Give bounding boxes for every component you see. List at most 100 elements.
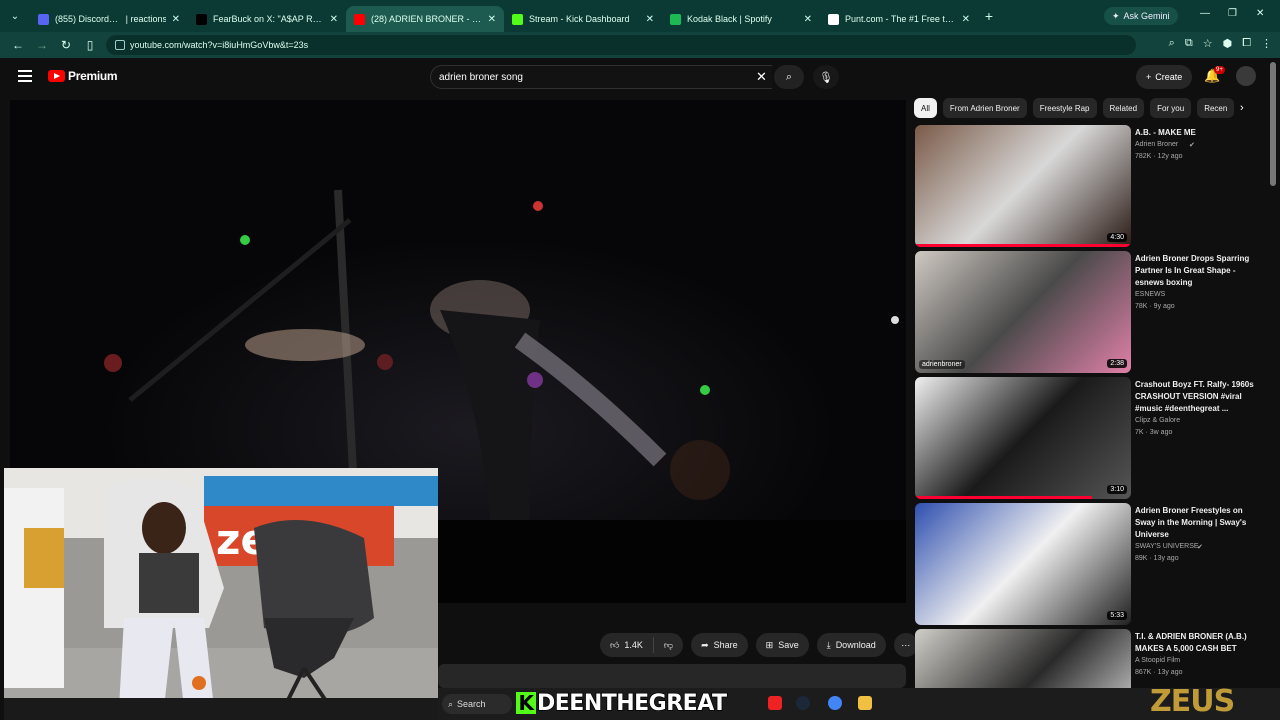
- account-avatar[interactable]: [1236, 66, 1256, 86]
- tab-close-icon[interactable]: ✕: [804, 14, 812, 25]
- browser-tab[interactable]: (855) Discord | # | reactions ✕: [30, 6, 188, 32]
- streamer-name: DEENTHEGREAT: [536, 690, 728, 717]
- url-text: youtube.com/watch?v=i8iuHmGoVbw&t=23s: [130, 40, 309, 50]
- browser-tab[interactable]: Stream - Kick Dashboard ✕: [504, 6, 662, 32]
- video-title[interactable]: Adrien Broner Drops Sparring Partner Is …: [1135, 253, 1260, 289]
- forward-icon[interactable]: →: [30, 38, 54, 52]
- download-button[interactable]: ⤓ Download: [816, 633, 886, 657]
- voice-search-button[interactable]: 🎙: [813, 65, 839, 89]
- browser-tab[interactable]: Punt.com - The #1 Free to Play ✕: [820, 6, 978, 32]
- recommended-video[interactable]: 4:30 A.B. - MAKE ME Adrien Broner ✔ 782K · 1…: [915, 125, 1265, 247]
- browser-tab-bar: ⌄ (855) Discord | # | reactions ✕ FearBuck …: [0, 0, 1280, 32]
- extension-icon[interactable]: ⬢: [1223, 37, 1233, 50]
- thumbnail-watermark: adrienbroner: [919, 360, 965, 369]
- taskbar-steam-icon[interactable]: [796, 696, 810, 710]
- create-button[interactable]: + Create: [1136, 65, 1193, 89]
- tab-close-icon[interactable]: ✕: [646, 14, 654, 25]
- video-thumbnail[interactable]: 2:38 adrienbroner: [915, 251, 1131, 373]
- hamburger-menu-icon[interactable]: [18, 70, 32, 82]
- browser-tab[interactable]: FearBuck on X: "A$AP Rocky g ✕: [188, 6, 346, 32]
- channel-name[interactable]: Clipz & Galore: [1135, 417, 1180, 424]
- reload-icon[interactable]: ↻: [54, 38, 78, 52]
- tab-close-icon[interactable]: ✕: [330, 14, 338, 25]
- filter-chip[interactable]: Recen: [1197, 98, 1235, 118]
- filter-chip[interactable]: For you: [1150, 98, 1192, 118]
- channel-name[interactable]: SWAY'S UNIVERSE: [1135, 543, 1199, 550]
- taskbar-chrome-icon[interactable]: [828, 696, 842, 710]
- menu-icon[interactable]: ⋮: [1261, 37, 1272, 50]
- close-window-icon[interactable]: ✕: [1256, 8, 1264, 19]
- taskbar-search-icon: ⌕: [448, 698, 454, 709]
- youtube-premium-logo[interactable]: Premium: [48, 69, 118, 83]
- plus-icon: +: [1146, 72, 1152, 82]
- filter-chip[interactable]: All: [914, 98, 937, 118]
- video-actions: 👍︎ 1.4K 👎︎ ➦ Share ⊞ Save ⤓ Download ⋯: [600, 633, 918, 657]
- clear-search-icon[interactable]: ✕: [756, 69, 767, 85]
- ask-gemini-button[interactable]: ✦ Ask Gemini: [1104, 7, 1178, 25]
- channel-name[interactable]: A Stoopid Film: [1135, 657, 1180, 664]
- page-scrollbar[interactable]: [1270, 62, 1276, 186]
- like-button[interactable]: 👍︎ 1.4K: [600, 633, 653, 657]
- puzzle-icon[interactable]: ⧠: [1242, 37, 1251, 50]
- webcam-frame: zeus: [4, 468, 438, 720]
- taskbar-search-label: Search: [457, 699, 486, 709]
- site-info-icon[interactable]: [115, 40, 125, 50]
- sidebar-icon[interactable]: ▯: [78, 38, 102, 52]
- share-button[interactable]: ➦ Share: [691, 633, 748, 657]
- search-button[interactable]: ⌕: [774, 65, 804, 89]
- notification-badge: 9+: [1214, 66, 1225, 74]
- description-box[interactable]: [438, 664, 906, 688]
- video-thumbnail[interactable]: 4:30: [915, 125, 1131, 247]
- address-bar[interactable]: youtube.com/watch?v=i8iuHmGoVbw&t=23s: [106, 35, 1136, 55]
- search-input[interactable]: adrien broner song: [430, 65, 772, 89]
- tray-chevron-icon[interactable]: [1131, 700, 1139, 708]
- video-thumbnail[interactable]: 3:10: [915, 377, 1131, 499]
- video-title[interactable]: T.I. & ADRIEN BRONER (A.B.) MAKES A 5,00…: [1135, 631, 1260, 655]
- filter-chip[interactable]: Freestyle Rap: [1032, 98, 1097, 118]
- recommended-video[interactable]: 3:10 Crashout Boyz FT. Ralfy- 1960s CRASH…: [915, 377, 1265, 499]
- video-title[interactable]: A.B. - MAKE ME: [1135, 127, 1260, 139]
- new-tab-button[interactable]: +: [978, 8, 1000, 24]
- dislike-button[interactable]: 👎︎: [654, 633, 683, 657]
- like-dislike-group: 👍︎ 1.4K 👎︎: [600, 633, 684, 657]
- tab-title: (855) Discord | #: [55, 14, 120, 24]
- verified-icon: ✔: [1189, 142, 1195, 149]
- tab-close-icon[interactable]: ✕: [962, 14, 970, 25]
- chips-next-arrow-icon[interactable]: ›: [1240, 102, 1244, 114]
- zeus-sponsor-logo: ZEUS: [1150, 684, 1235, 719]
- video-title[interactable]: Adrien Broner Freestyles on Sway in the …: [1135, 505, 1260, 541]
- minimize-icon[interactable]: —: [1200, 8, 1210, 19]
- channel-name[interactable]: Adrien Broner: [1135, 141, 1178, 148]
- bookmark-star-icon[interactable]: ☆: [1203, 37, 1213, 50]
- tab-favicon-icon: [354, 13, 365, 25]
- filter-chip[interactable]: From Adrien Broner: [942, 98, 1027, 118]
- zoom-icon[interactable]: ⌕: [1169, 37, 1175, 50]
- video-duration-badge: 4:30: [1107, 233, 1127, 242]
- channel-name[interactable]: ESNEWS: [1135, 291, 1165, 298]
- browser-tab[interactable]: Kodak Black | Spotify ✕: [662, 6, 820, 32]
- restore-icon[interactable]: ❐: [1228, 8, 1237, 19]
- filter-chip[interactable]: Related: [1102, 98, 1145, 118]
- taskbar-search[interactable]: ⌕ Search: [442, 694, 512, 714]
- tab-list-button[interactable]: ⌄: [0, 0, 30, 32]
- tab-title: (28) ADRIEN BRONER - Oh: [371, 14, 482, 24]
- youtube-brand-text: Premium: [68, 69, 118, 83]
- video-title[interactable]: Crashout Boyz FT. Ralfy- 1960s CRASHOUT …: [1135, 379, 1260, 415]
- create-label: Create: [1155, 72, 1183, 82]
- install-icon[interactable]: ⧉: [1185, 37, 1193, 50]
- video-thumbnail[interactable]: 5:33: [915, 503, 1131, 625]
- recommended-video[interactable]: 5:33 Adrien Broner Freestyles on Sway in …: [915, 503, 1265, 625]
- taskbar-youtube-icon[interactable]: [768, 696, 782, 710]
- video-duration-badge: 3:10: [1107, 485, 1127, 494]
- back-icon[interactable]: ←: [6, 38, 30, 52]
- taskbar-folder-icon[interactable]: [858, 696, 872, 710]
- save-button[interactable]: ⊞ Save: [755, 633, 809, 657]
- tab-close-icon[interactable]: ✕: [488, 14, 496, 25]
- browser-tab[interactable]: (28) ADRIEN BRONER - Oh ✕: [346, 6, 504, 32]
- search-icon: ⌕: [785, 70, 793, 83]
- video-meta: 7K · 3w ago: [1135, 429, 1173, 436]
- tab-title: Kodak Black | Spotify: [687, 14, 772, 24]
- recommended-video[interactable]: 2:38 adrienbroner Adrien Broner Drops Spar…: [915, 251, 1265, 373]
- thumbs-up-icon: 👍︎: [610, 639, 620, 650]
- tab-close-icon[interactable]: ✕: [172, 14, 180, 25]
